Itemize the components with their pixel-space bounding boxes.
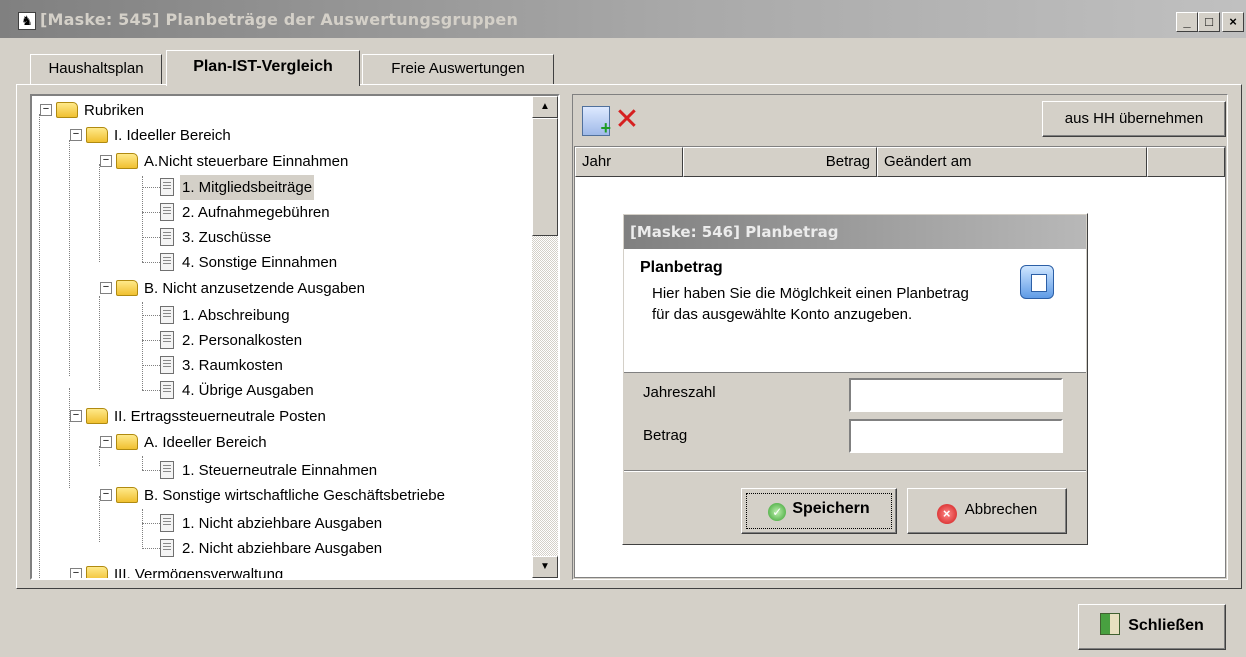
column-header-jahr[interactable]: Jahr — [575, 147, 683, 177]
year-input[interactable] — [849, 378, 1063, 412]
folder-icon — [86, 566, 108, 578]
document-icon — [160, 228, 174, 246]
close-window-button[interactable]: × — [1222, 12, 1244, 32]
import-from-budget-button[interactable]: aus HH übernehmen — [1042, 101, 1226, 137]
scroll-down-icon[interactable]: ▼ — [532, 556, 558, 578]
category-tree[interactable]: − Rubriken − I. Ideeller Bereich − A.Nic… — [30, 94, 560, 580]
folder-icon — [116, 153, 138, 169]
amount-input[interactable] — [849, 419, 1063, 453]
document-icon — [160, 253, 174, 271]
dialog-header: Planbetrag Hier haben Sie die Möglchkeit… — [624, 249, 1086, 373]
add-record-icon[interactable] — [582, 106, 611, 139]
folder-icon — [86, 408, 108, 424]
exit-icon — [1100, 613, 1121, 635]
edit-icon — [1020, 265, 1054, 299]
document-icon — [160, 461, 174, 479]
column-header-geaendert-am[interactable]: Geändert am — [877, 147, 1147, 177]
folder-icon — [116, 434, 138, 450]
cancel-button[interactable]: × Abbrechen — [907, 488, 1067, 534]
collapse-icon[interactable]: − — [100, 282, 112, 294]
document-icon — [160, 331, 174, 349]
document-icon — [160, 203, 174, 221]
amount-label: Betrag — [643, 427, 688, 444]
close-button[interactable]: Schließen — [1078, 604, 1226, 650]
dialog-heading: Planbetrag — [640, 259, 723, 276]
document-icon — [160, 381, 174, 399]
save-button[interactable]: ✓ Speichern — [741, 488, 897, 534]
document-icon — [160, 306, 174, 324]
tab-freie-auswertungen[interactable]: Freie Auswertungen — [362, 54, 554, 84]
collapse-icon[interactable]: − — [100, 489, 112, 501]
collapse-icon[interactable]: − — [40, 104, 52, 116]
document-icon — [160, 514, 174, 532]
folder-icon — [86, 127, 108, 143]
column-header-empty — [1147, 147, 1225, 177]
tab-haushaltsplan[interactable]: Haushaltsplan — [30, 54, 162, 84]
delete-icon[interactable]: ✕ — [613, 105, 641, 136]
collapse-icon[interactable]: − — [100, 436, 112, 448]
window-title: [Maske: 545] Planbeträge der Auswertungs… — [40, 10, 519, 29]
dialog-description: Hier haben Sie die Möglchkeit einen Plan… — [652, 285, 969, 323]
collapse-icon[interactable]: − — [70, 410, 82, 422]
collapse-icon[interactable]: − — [70, 568, 82, 578]
folder-icon — [116, 487, 138, 503]
document-icon — [160, 539, 174, 557]
cancel-icon: × — [936, 504, 957, 524]
app-icon: ♞ — [18, 12, 36, 30]
column-header-betrag[interactable]: Betrag — [683, 147, 877, 177]
folder-icon — [56, 102, 78, 118]
scroll-thumb[interactable] — [532, 118, 558, 236]
document-icon — [160, 178, 174, 196]
tab-plan-ist-vergleich[interactable]: Plan-IST-Vergleich — [166, 50, 360, 86]
dialog-title: [Maske: 546] Planbetrag — [624, 215, 1086, 249]
collapse-icon[interactable]: − — [70, 129, 82, 141]
check-icon: ✓ — [768, 503, 787, 521]
title-bar: ♞ [Maske: 545] Planbeträge der Auswertun… — [0, 0, 1246, 38]
scroll-up-icon[interactable]: ▲ — [532, 96, 558, 118]
collapse-icon[interactable]: − — [100, 155, 112, 167]
maximize-button[interactable]: □ — [1198, 12, 1220, 32]
document-icon — [160, 356, 174, 374]
year-label: Jahreszahl — [643, 384, 716, 401]
minimize-button[interactable]: _ — [1176, 12, 1198, 32]
plan-amount-dialog: [Maske: 546] Planbetrag Planbetrag Hier … — [622, 213, 1088, 545]
folder-icon — [116, 280, 138, 296]
tree-scrollbar[interactable]: ▲ ▼ — [532, 96, 558, 578]
